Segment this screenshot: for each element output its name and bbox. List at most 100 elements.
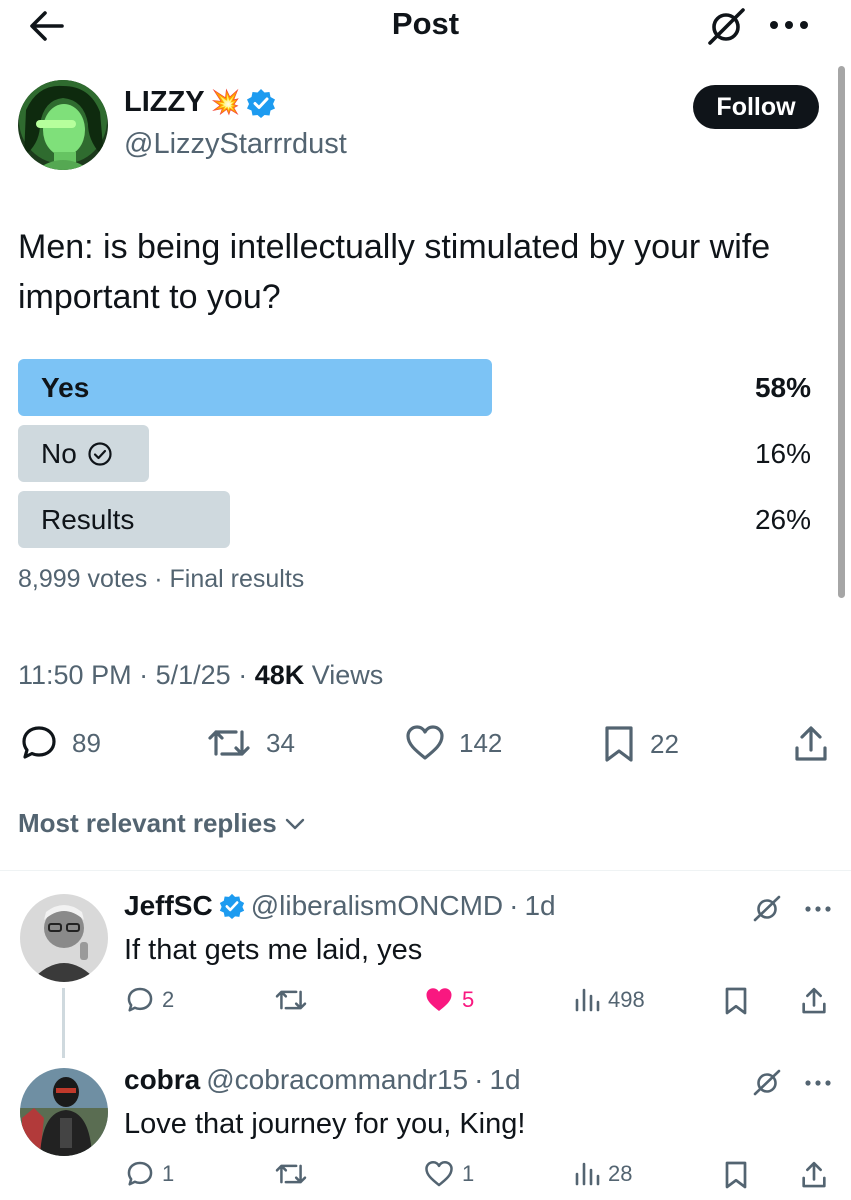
author-display-name: LIZZY <box>124 86 205 118</box>
more-horizontal-icon <box>805 906 831 912</box>
reply-reply-button[interactable]: 1 <box>126 1160 174 1188</box>
share-icon <box>795 726 827 761</box>
reply-author-handle[interactable]: @cobracommandr15 <box>206 1064 468 1096</box>
post-date[interactable]: 5/1/25 <box>156 660 231 690</box>
bookmark-icon <box>725 1161 747 1189</box>
poll-option-label: Results <box>41 503 135 535</box>
reply-author-name[interactable]: cobra <box>124 1064 200 1096</box>
reply-more-button[interactable] <box>804 904 832 914</box>
reply-bubble-icon <box>22 726 56 759</box>
reply-more-button[interactable] <box>804 1078 832 1088</box>
views-count[interactable]: 48K <box>255 660 305 690</box>
verified-badge-icon <box>247 88 276 118</box>
chevron-down-icon <box>285 818 304 829</box>
reply-grok-button[interactable] <box>752 1068 782 1096</box>
views-count: 28 <box>608 1161 633 1186</box>
like-count: 1 <box>462 1161 475 1186</box>
check-circle-icon <box>88 441 112 466</box>
reply-bubble-icon <box>127 1161 153 1186</box>
bookmark-icon <box>605 726 633 762</box>
reply-avatar[interactable] <box>20 894 108 982</box>
follow-button[interactable]: Follow <box>693 85 819 129</box>
bookmark-button[interactable]: 22 <box>602 724 679 764</box>
repost-icon <box>275 1164 307 1184</box>
poll-option-row: No <box>41 425 113 482</box>
reply-like-button[interactable]: 5 <box>424 986 474 1014</box>
author-name-emoji: 💥 <box>210 89 241 116</box>
reply-count: 89 <box>72 727 101 758</box>
poll-status: Final results <box>169 565 305 593</box>
poll-option-label: Yes <box>41 371 90 403</box>
reply-share-button[interactable] <box>800 1160 828 1190</box>
reply-avatar[interactable] <box>20 1068 108 1156</box>
grok-icon <box>753 1069 781 1096</box>
reply-author-name[interactable]: JeffSC <box>124 890 213 922</box>
reply-bookmark-button[interactable] <box>723 986 749 1016</box>
reply-count: 1 <box>162 1161 175 1186</box>
heart-icon <box>425 1160 453 1187</box>
share-button[interactable] <box>792 724 830 764</box>
separator: · <box>474 1064 484 1095</box>
more-options-button[interactable] <box>768 13 812 37</box>
reply-bookmark-button[interactable] <box>723 1160 749 1190</box>
repost-count: 34 <box>266 727 295 758</box>
more-horizontal-icon <box>770 21 808 29</box>
reply-grok-button[interactable] <box>752 894 782 922</box>
author-handle[interactable]: @LizzyStarrrdust <box>124 128 347 161</box>
separator: · <box>154 565 163 593</box>
post-text: Men: is being intellectually stimulated … <box>18 228 771 316</box>
reply-age: 1d <box>489 1064 521 1095</box>
author-avatar[interactable] <box>18 80 108 170</box>
views-label: Views <box>311 660 384 690</box>
reply-repost-button[interactable] <box>274 1160 308 1188</box>
share-icon <box>802 1161 826 1188</box>
heart-icon <box>406 725 444 760</box>
reply-age: 1d <box>524 890 556 921</box>
reply-text: Love that journey for you, King! <box>124 1108 526 1140</box>
reply-reply-button[interactable]: 2 <box>126 986 174 1014</box>
reply-button[interactable]: 89 <box>20 724 101 762</box>
separator: · <box>238 660 248 690</box>
repost-icon <box>208 730 250 756</box>
reply-repost-button[interactable] <box>274 986 308 1014</box>
grok-icon <box>708 8 745 45</box>
more-horizontal-icon <box>805 1080 831 1086</box>
bookmark-icon <box>725 987 747 1015</box>
like-count: 142 <box>459 727 503 758</box>
analytics-bars-icon <box>575 1162 600 1186</box>
analytics-bars-icon <box>575 988 600 1012</box>
like-count: 5 <box>462 987 475 1012</box>
scrollbar[interactable] <box>838 66 845 598</box>
reply-views-button[interactable]: 498 <box>574 986 645 1014</box>
poll-option-percent: 16% <box>754 437 811 469</box>
heart-filled-icon <box>426 988 452 1012</box>
poll-votes: 8,999 votes <box>18 565 148 593</box>
reply-share-button[interactable] <box>800 986 828 1016</box>
author-name[interactable]: LIZZY 💥 <box>124 86 276 119</box>
reply-text: If that gets me laid, yes <box>124 934 423 966</box>
like-button[interactable]: 142 <box>405 724 502 762</box>
grok-icon <box>753 895 781 922</box>
reply-author-handle[interactable]: @liberalismONCMD <box>251 890 503 922</box>
share-icon <box>802 987 826 1014</box>
replies-sort-label: Most relevant replies <box>18 808 277 838</box>
post-time[interactable]: 11:50 PM <box>18 660 132 690</box>
divider <box>0 870 851 871</box>
repost-button[interactable]: 34 <box>206 724 295 762</box>
post-timestamp: 11:50 PM · 5/1/25 · 48K Views <box>18 660 383 691</box>
replies-sort-dropdown[interactable]: Most relevant replies <box>18 808 305 839</box>
separator: · <box>139 660 149 690</box>
poll-option-label: No <box>41 437 77 469</box>
repost-icon <box>275 990 307 1010</box>
reply-like-button[interactable]: 1 <box>424 1160 474 1188</box>
views-count: 498 <box>608 987 645 1012</box>
reply-header: cobra @cobracommandr15 · 1d <box>124 1064 521 1096</box>
reply-views-button[interactable]: 28 <box>574 1160 632 1188</box>
reply-count: 2 <box>162 987 175 1012</box>
bookmark-count: 22 <box>650 728 679 759</box>
reply-bubble-icon <box>127 987 153 1012</box>
separator: · <box>509 890 519 921</box>
poll-option-percent: 58% <box>754 371 811 403</box>
reply-header: JeffSC @liberalismONCMD · 1d <box>124 890 556 922</box>
grok-button[interactable] <box>705 6 749 46</box>
